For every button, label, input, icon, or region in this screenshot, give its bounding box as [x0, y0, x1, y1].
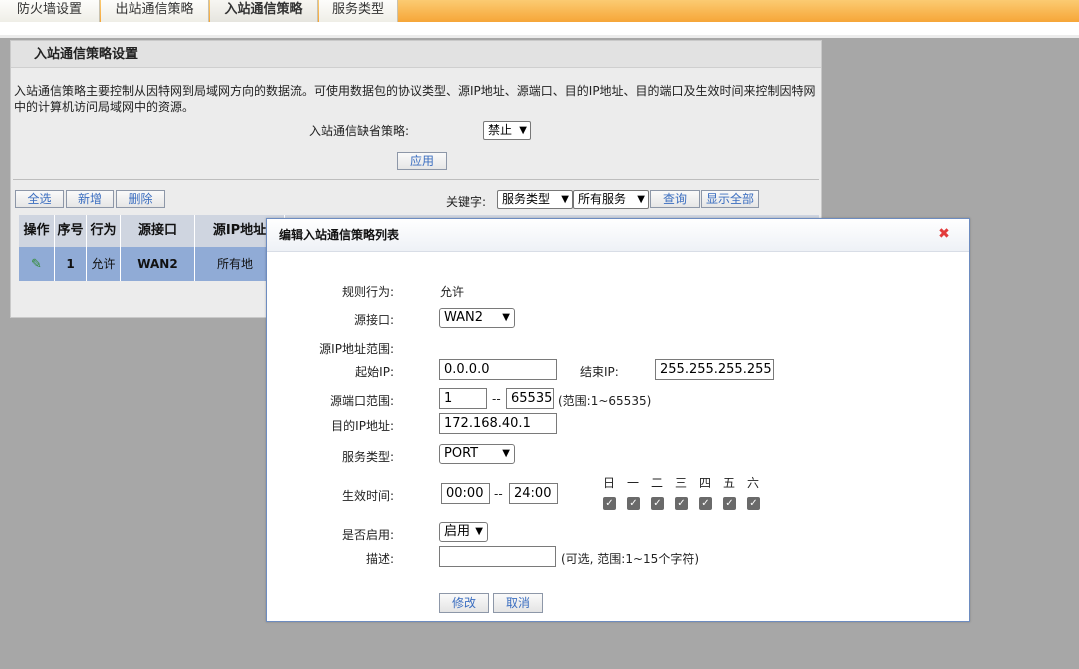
keyword-type-value: 服务类型: [502, 192, 551, 206]
column-header-operation: 操作: [19, 215, 55, 247]
day-checkbox-fri[interactable]: ✓: [723, 497, 736, 510]
chevron-down-icon: ▼: [475, 526, 483, 537]
column-header-action: 行为: [87, 215, 121, 247]
panel-description: 入站通信策略主要控制从因特网到局域网方向的数据流。可使用数据包的协议类型、源IP…: [14, 84, 816, 114]
service-type-select[interactable]: PORT ▼: [439, 444, 515, 464]
apply-button[interactable]: 应用: [397, 152, 447, 170]
close-icon[interactable]: ✖: [937, 226, 951, 242]
start-ip-input[interactable]: 0.0.0.0: [439, 359, 557, 380]
header-band: [0, 22, 1079, 38]
dialog-title: 编辑入站通信策略列表: [267, 219, 969, 252]
source-ip-range-label: 源IP地址范围:: [319, 342, 394, 356]
table-row[interactable]: ✎ 1 允许 WAN2 所有地: [19, 247, 275, 281]
day-checkbox-thu[interactable]: ✓: [699, 497, 712, 510]
default-policy-select[interactable]: 禁止 ▼: [483, 121, 531, 140]
day-label-sat: 六: [746, 476, 759, 490]
source-interface-select[interactable]: WAN2 ▼: [439, 308, 515, 328]
chevron-down-icon: ▼: [561, 194, 569, 205]
day-checkbox-sun[interactable]: ✓: [603, 497, 616, 510]
delete-button[interactable]: 删除: [116, 190, 165, 208]
default-policy-label: 入站通信缺省策略:: [309, 124, 410, 138]
time-start-input[interactable]: 00:00: [441, 483, 490, 504]
start-ip-label: 起始IP:: [355, 365, 394, 379]
pencil-icon[interactable]: ✎: [31, 257, 42, 272]
description-label: 描述:: [365, 552, 394, 566]
day-label-wed: 三: [674, 476, 687, 490]
day-label-tue: 二: [650, 476, 663, 490]
effective-time-label: 生效时间:: [341, 489, 394, 503]
chevron-down-icon: ▼: [502, 448, 510, 459]
destination-ip-input[interactable]: 172.168.40.1: [439, 413, 557, 434]
port-range-hint: (范围:1~65535): [558, 394, 652, 408]
destination-ip-label: 目的IP地址:: [331, 419, 394, 433]
edit-cell: ✎: [19, 247, 55, 281]
panel-title: 入站通信策略设置: [11, 41, 821, 68]
source-interface-value: WAN2: [444, 310, 484, 325]
enable-select[interactable]: 启用 ▼: [439, 522, 488, 542]
keyword-value-value: 所有服务: [578, 192, 627, 206]
end-ip-label: 结束IP:: [580, 365, 619, 379]
source-port-end-input[interactable]: 65535: [506, 388, 554, 409]
chevron-down-icon: ▼: [637, 194, 645, 205]
service-type-value: PORT: [444, 446, 479, 461]
day-checkbox-wed[interactable]: ✓: [675, 497, 688, 510]
rule-action-label: 规则行为:: [341, 285, 394, 299]
keyword-label: 关键字:: [446, 195, 487, 209]
day-label-mon: 一: [626, 476, 639, 490]
show-all-button[interactable]: 显示全部: [701, 190, 759, 208]
time-separator: --: [494, 487, 503, 501]
add-button[interactable]: 新增: [66, 190, 114, 208]
keyword-type-select[interactable]: 服务类型 ▼: [497, 190, 573, 209]
source-interface-label: 源接口:: [353, 313, 394, 327]
top-tab-bar: 防火墙设置 出站通信策略 入站通信策略 服务类型: [0, 0, 1079, 22]
end-ip-input[interactable]: 255.255.255.255: [655, 359, 774, 380]
day-label-fri: 五: [722, 476, 735, 490]
day-checkbox-tue[interactable]: ✓: [651, 497, 664, 510]
action-cell: 允许: [87, 247, 121, 281]
interface-cell: WAN2: [121, 247, 195, 281]
enable-label: 是否启用:: [341, 528, 394, 542]
search-button[interactable]: 查询: [650, 190, 700, 208]
tab-firewall-settings[interactable]: 防火墙设置: [0, 0, 100, 22]
time-end-input[interactable]: 24:00: [509, 483, 558, 504]
modify-button[interactable]: 修改: [439, 593, 489, 613]
column-header-seq: 序号: [55, 215, 87, 247]
port-separator: --: [492, 392, 501, 406]
source-ip-cell: 所有地: [216, 257, 253, 271]
chevron-down-icon: ▼: [502, 312, 510, 323]
tab-service-types[interactable]: 服务类型: [319, 0, 398, 22]
source-port-start-input[interactable]: 1: [439, 388, 487, 409]
day-checkbox-sat[interactable]: ✓: [747, 497, 760, 510]
enable-value: 启用: [444, 524, 471, 539]
description-hint: (可选, 范围:1~15个字符): [561, 552, 699, 566]
keyword-value-select[interactable]: 所有服务 ▼: [573, 190, 649, 209]
chevron-down-icon: ▼: [519, 125, 527, 136]
column-header-source-interface: 源接口: [121, 215, 195, 247]
tab-outbound-policy[interactable]: 出站通信策略: [101, 0, 209, 22]
description-input[interactable]: [439, 546, 556, 567]
divider: [13, 179, 819, 180]
day-label-sun: 日: [602, 476, 615, 490]
select-all-button[interactable]: 全选: [15, 190, 64, 208]
day-checkbox-mon[interactable]: ✓: [627, 497, 640, 510]
source-port-range-label: 源端口范围:: [329, 394, 394, 408]
day-label-thu: 四: [698, 476, 711, 490]
default-policy-value: 禁止: [488, 123, 513, 137]
tab-inbound-policy[interactable]: 入站通信策略: [210, 0, 318, 22]
cancel-button[interactable]: 取消: [493, 593, 543, 613]
rule-action-value: 允许: [440, 285, 465, 299]
seq-cell: 1: [55, 247, 87, 281]
service-type-label: 服务类型:: [341, 450, 394, 464]
